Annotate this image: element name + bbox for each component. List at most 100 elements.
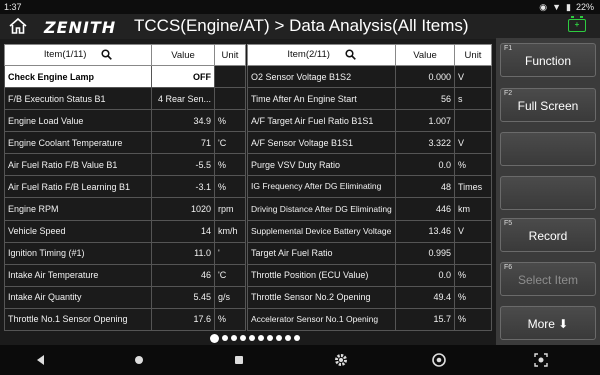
table-row[interactable]: Engine Load Value 34.9% [4,109,246,133]
record-button[interactable]: F5 Record [500,218,596,252]
item-unit: V [454,64,492,89]
table-row[interactable]: Time After An Engine Start 56 s [247,87,492,111]
column-header-unit: Unit [214,44,246,66]
page-dot[interactable] [258,335,264,341]
table-row[interactable]: Throttle Position (ECU Value) 0.0% [247,263,492,287]
blank-button-4[interactable] [500,176,596,210]
item-name: Intake Air Quantity [4,285,152,309]
page-dot[interactable] [210,333,219,343]
table-row[interactable]: IG Frequency After DG Eliminating 48 Times [247,175,492,199]
app-header: ZENITH TCCS(Engine/AT) > Data Analysis(A… [0,14,600,39]
item-value: 0.000 [395,64,455,89]
vpn-icon: ◉ [539,2,548,12]
item-value: 46 [151,263,215,287]
button-label: More ⬇ [527,317,569,331]
table-header-row: Item(2/11) Value Unit [247,44,492,66]
page-dot[interactable] [276,335,282,341]
item-name: A/F Sensor Voltage B1S1 [247,131,396,155]
item-unit: Times [454,175,492,199]
page-dot[interactable] [294,335,300,341]
item-name: Throttle Sensor No.2 Opening [247,285,396,309]
item-unit: rpm [214,197,246,221]
item-name: Engine Load Value [4,109,152,133]
item-unit: V [454,131,492,155]
item-value: 4 Rear Sen... [151,87,215,111]
item-unit [214,87,246,111]
table-row[interactable]: Ignition Timing (#1) 11.0 ' [4,241,246,265]
item-value: 15.7 [395,307,455,332]
table-row[interactable]: Driving Distance After DG Eliminating 446… [247,197,492,221]
table-row[interactable]: A/F Sensor Voltage B1S1 3.322 V [247,131,492,155]
table-row[interactable]: Throttle No.1 Sensor Opening 17.6% [4,307,246,332]
wifi-icon: ▼ [552,2,562,12]
table-row[interactable]: Air Fuel Ratio F/B Value B1 -5.5% [4,153,246,177]
table-row[interactable]: O2 Sensor Voltage B1S2 0.000 V [247,64,492,89]
table-row[interactable]: Engine Coolant Temperature 71 'C [4,131,246,155]
data-table-right: Item(2/11) Value Unit O2 Sensor Voltage … [247,44,492,332]
blank-button-3[interactable] [500,132,596,166]
recents-icon[interactable] [230,351,248,369]
function-key-label: F2 [504,90,513,97]
screenshot-icon[interactable] [532,351,550,369]
search-icon[interactable] [345,49,356,61]
item-name: Accelerator Sensor No.1 Opening [247,307,396,332]
table-row[interactable]: Throttle Sensor No.2 Opening 49.4% [247,285,492,309]
battery-percent: 22% [575,2,594,12]
page-dot[interactable] [267,335,273,341]
home-icon[interactable] [8,17,28,35]
item-unit: % [454,263,492,287]
item-name: Purge VSV Duty Ratio [247,153,396,177]
item-value: 0.0 [395,153,455,177]
item-value: 3.322 [395,131,455,155]
table-row[interactable]: F/B Execution Status B1 4 Rear Sen... [4,87,246,111]
item-name: F/B Execution Status B1 [4,87,152,111]
item-value: 1020 [151,197,215,221]
table-row[interactable]: Intake Air Temperature 46 'C [4,263,246,287]
vehicle-battery-icon: + [568,16,586,32]
item-unit: % [214,153,246,177]
status-bar: 1:37 ◉ ▼ ▮ 22% [0,0,600,14]
column-header-item[interactable]: Item(2/11) [247,44,396,66]
search-icon[interactable] [101,49,112,61]
item-unit: % [214,307,246,332]
table-row[interactable]: Accelerator Sensor No.1 Opening 15.7% [247,307,492,332]
settings-icon[interactable] [332,351,350,369]
item-value: OFF [151,64,215,89]
table-row[interactable]: Vehicle Speed 14 km/h [4,219,246,243]
item-value: 14 [151,219,215,243]
browser-icon[interactable] [430,351,448,369]
table-row[interactable]: A/F Target Air Fuel Ratio B1S1 1.007 [247,109,492,133]
function-button[interactable]: F1 Function [500,43,596,77]
page-dot[interactable] [285,335,291,341]
table-row[interactable]: Intake Air Quantity 5.45 g/s [4,285,246,309]
table-row[interactable]: Target Air Fuel Ratio 0.995 [247,241,492,265]
table-row[interactable]: Purge VSV Duty Ratio 0.0% [247,153,492,177]
app-logo: ZENITH [44,18,117,37]
page-dot[interactable] [240,335,246,341]
select-item-button[interactable]: F6 Select Item [500,262,596,296]
item-unit [214,64,246,89]
battery-status-icon: ▮ [566,2,571,12]
table-row[interactable]: Check Engine Lamp OFF [4,64,246,89]
page-dot[interactable] [249,335,255,341]
table-row[interactable]: Supplemental Device Battery Voltage 13.46… [247,219,492,243]
table-row[interactable]: Engine RPM 1020 rpm [4,197,246,221]
item-unit: % [454,307,492,332]
page-dot[interactable] [222,335,228,341]
full-screen-button[interactable]: F2 Full Screen [500,88,596,122]
table-row[interactable]: Air Fuel Ratio F/B Learning B1 -3.1% [4,175,246,199]
function-panel: F1 Function F2 Full Screen F5 Record F6 Select … [496,38,600,345]
item-unit: % [454,285,492,309]
item-unit: km/h [214,219,246,243]
item-name: Air Fuel Ratio F/B Learning B1 [4,175,152,199]
item-unit: 'C [214,263,246,287]
item-value: 48 [395,175,455,199]
home-nav-icon[interactable] [130,351,148,369]
column-header-item[interactable]: Item(1/11) [4,44,152,66]
more-button[interactable]: More ⬇ [500,306,596,340]
item-unit [454,109,492,133]
page-indicator[interactable] [210,333,300,343]
item-unit: ' [214,241,246,265]
back-icon[interactable] [32,351,50,369]
page-dot[interactable] [231,335,237,341]
